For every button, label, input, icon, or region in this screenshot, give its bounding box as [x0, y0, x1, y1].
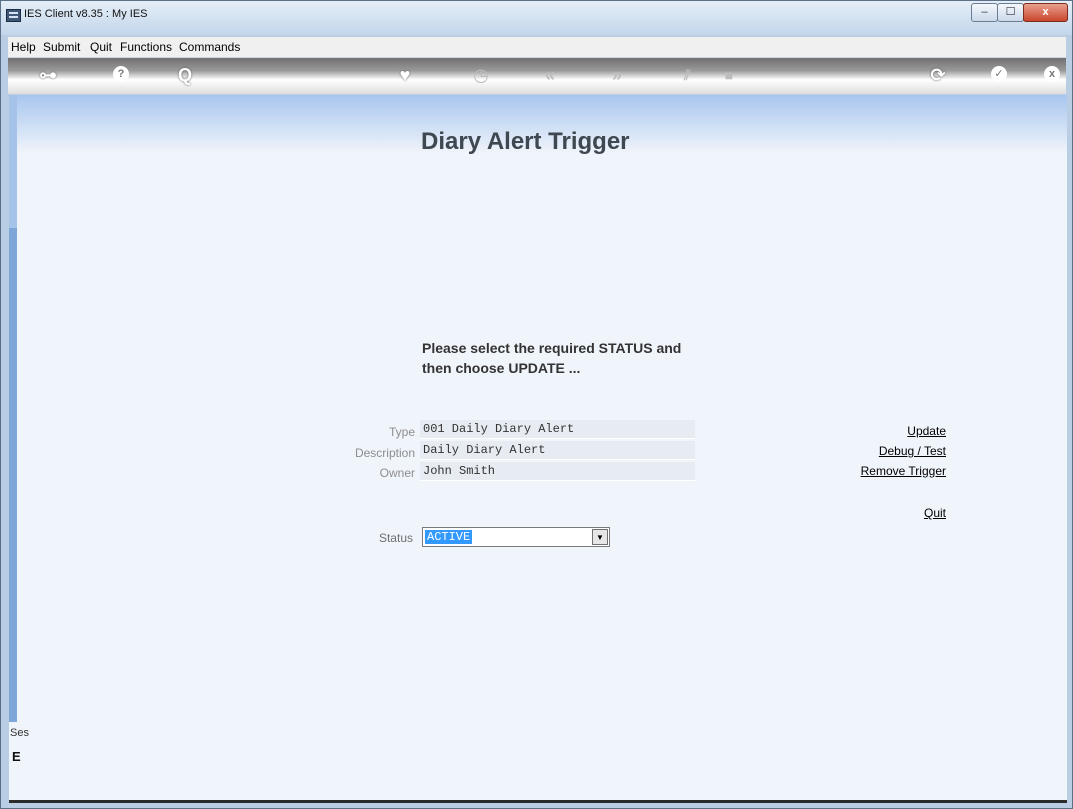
sidebar-highlight: [9, 95, 17, 228]
bottom-border: [9, 800, 1067, 803]
session-icon[interactable]: E: [12, 749, 21, 764]
instruction-text: Please select the required STATUS and th…: [422, 338, 742, 378]
close-icon[interactable]: x: [1044, 66, 1060, 82]
history-clock-icon[interactable]: ◷: [470, 64, 492, 86]
window-title: IES Client v8.35 : My IES: [24, 8, 148, 20]
menu-functions[interactable]: Functions: [120, 40, 172, 54]
page-title: Diary Alert Trigger: [421, 128, 630, 155]
menu-bar: Help Submit Quit Functions Commands: [8, 37, 1066, 58]
title-bar[interactable]: IES Client v8.35 : My IES – ☐ x: [1, 1, 1072, 35]
remove-trigger-link[interactable]: Remove Trigger: [796, 464, 946, 478]
app-icon[interactable]: [6, 9, 21, 22]
quit-link[interactable]: Quit: [796, 506, 946, 520]
search-icon[interactable]: Q: [174, 64, 196, 86]
close-window-button[interactable]: x: [1023, 3, 1068, 22]
app-window: IES Client v8.35 : My IES – ☐ x Help Sub…: [0, 0, 1073, 809]
rewind-icon[interactable]: «: [539, 64, 561, 86]
stop-icon[interactable]: ■: [718, 64, 740, 86]
type-label: Type: [388, 425, 415, 439]
status-label: Status: [378, 531, 413, 545]
maximize-button[interactable]: ☐: [997, 3, 1024, 22]
debug-test-link[interactable]: Debug / Test: [796, 444, 946, 458]
favorite-heart-icon[interactable]: ♥: [394, 64, 416, 86]
description-field: Daily Diary Alert: [420, 441, 695, 460]
update-link[interactable]: Update: [796, 424, 946, 438]
fast-forward-icon[interactable]: »: [606, 64, 628, 86]
owner-label: Owner: [379, 466, 415, 480]
session-label: Ses: [10, 727, 29, 739]
type-field: 001 Daily Diary Alert: [420, 420, 695, 439]
instruction-line-1: Please select the required STATUS and: [422, 340, 682, 356]
chevron-down-icon[interactable]: ▼: [592, 529, 608, 545]
status-select[interactable]: ACTIVE ▼: [422, 527, 610, 547]
help-icon[interactable]: ?: [113, 66, 129, 82]
description-label: Description: [354, 446, 415, 460]
menu-submit[interactable]: Submit: [43, 40, 80, 54]
owner-field: John Smith: [420, 462, 695, 481]
accept-icon[interactable]: ✓: [991, 66, 1007, 82]
key-icon[interactable]: ⊶: [34, 64, 62, 86]
toolbar: ⊶ ? Q ♥ ◷ « » ⫽ ■ ⟳ ✓ x: [8, 58, 1066, 94]
minimize-button[interactable]: –: [971, 3, 998, 22]
menu-quit[interactable]: Quit: [90, 40, 112, 54]
menu-commands[interactable]: Commands: [179, 40, 240, 54]
status-selected-value[interactable]: ACTIVE: [425, 530, 473, 544]
refresh-icon[interactable]: ⟳: [927, 64, 949, 86]
tools-icon[interactable]: ⫽: [676, 64, 698, 86]
instruction-line-2: then choose UPDATE ...: [422, 360, 581, 376]
menu-help[interactable]: Help: [11, 40, 36, 54]
